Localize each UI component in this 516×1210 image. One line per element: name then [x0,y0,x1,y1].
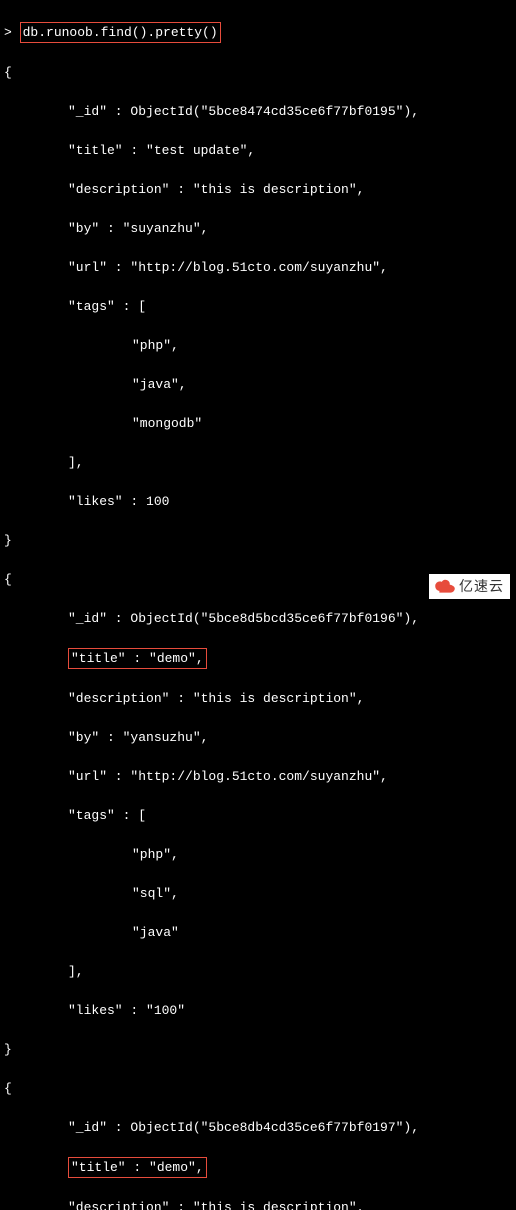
doc-by: "by" : "suyanzhu", [4,219,512,239]
doc-id: "_id" : ObjectId("5bce8474cd35ce6f77bf01… [4,102,512,122]
doc-tags-open: "tags" : [ [4,806,512,826]
doc-title-wrap: "title" : "demo", [4,648,512,670]
brace-open: { [4,63,512,83]
doc-likes: "likes" : 100 [4,492,512,512]
brace-open: { [4,1079,512,1099]
doc-tags-open: "tags" : [ [4,297,512,317]
doc-tag: "php", [4,336,512,356]
doc-likes: "likes" : "100" [4,1001,512,1021]
command-highlight: db.runoob.find().pretty() [20,22,221,44]
brace-close: } [4,1040,512,1060]
prompt-char: > [4,25,20,40]
watermark-text: 亿速云 [459,576,504,597]
doc-tag: "php", [4,845,512,865]
doc-desc: "description" : "this is description", [4,1198,512,1210]
doc-title-wrap: "title" : "demo", [4,1157,512,1179]
doc-by: "by" : "yansuzhu", [4,728,512,748]
doc-tag: "mongodb" [4,414,512,434]
doc-desc: "description" : "this is description", [4,689,512,709]
command-text: db.runoob.find().pretty() [23,25,218,40]
brace-close: } [4,531,512,551]
doc-url: "url" : "http://blog.51cto.com/suyanzhu"… [4,258,512,278]
cloud-icon [435,579,455,595]
doc-url: "url" : "http://blog.51cto.com/suyanzhu"… [4,767,512,787]
doc-title: "title" : "test update", [4,141,512,161]
terminal-output: > db.runoob.find().pretty() { "_id" : Ob… [0,0,516,1210]
doc-desc: "description" : "this is description", [4,180,512,200]
doc-tag: "sql", [4,884,512,904]
doc-id: "_id" : ObjectId("5bce8d5bcd35ce6f77bf01… [4,609,512,629]
doc-id: "_id" : ObjectId("5bce8db4cd35ce6f77bf01… [4,1118,512,1138]
command-line: > db.runoob.find().pretty() [4,22,512,44]
doc-tag: "java", [4,375,512,395]
bracket-close: ], [4,962,512,982]
doc-title: "title" : "demo", [71,1160,204,1175]
bracket-close: ], [4,453,512,473]
doc-tag: "java" [4,923,512,943]
doc-title: "title" : "demo", [71,651,204,666]
watermark: 亿速云 [429,574,510,599]
title-highlight: "title" : "demo", [68,648,207,670]
title-highlight: "title" : "demo", [68,1157,207,1179]
